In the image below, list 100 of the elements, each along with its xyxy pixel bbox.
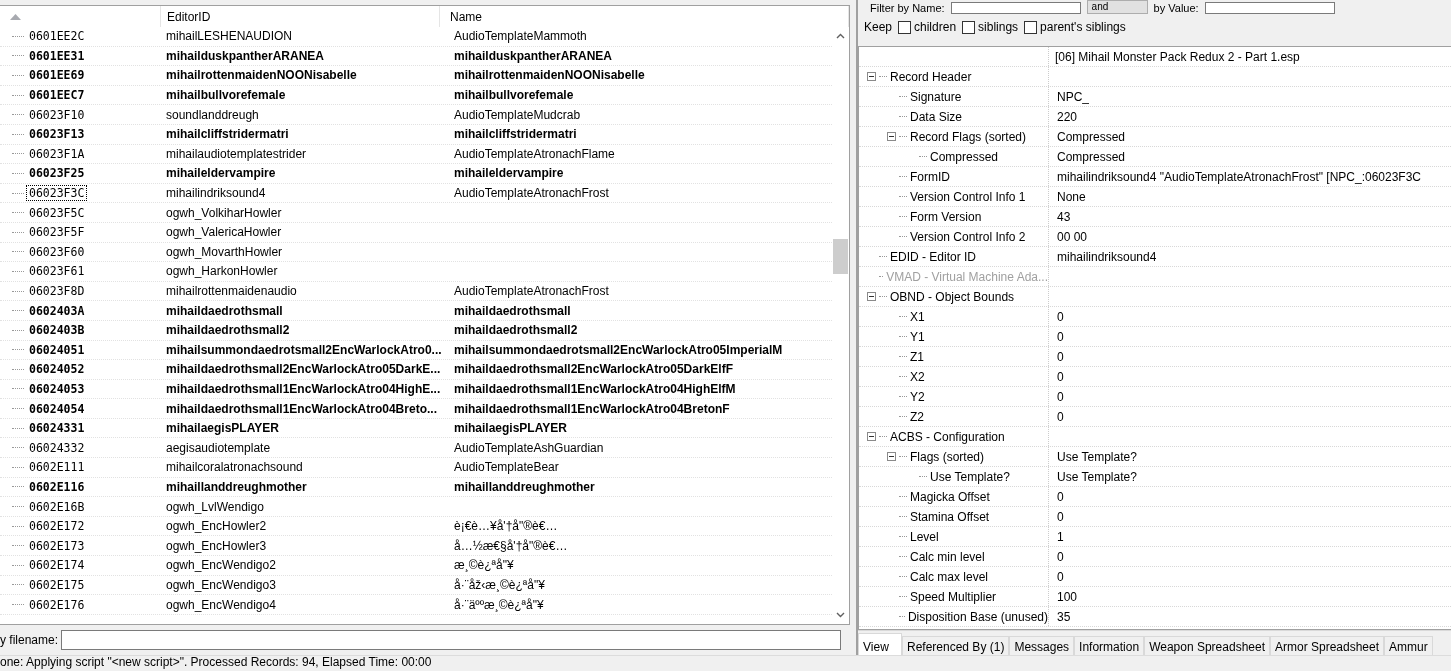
field-label[interactable]: Form Version <box>910 209 982 224</box>
filter-value-label: by Value: <box>1153 2 1199 14</box>
field-label[interactable]: Calc min level <box>910 549 985 564</box>
scrollbar-thumb[interactable] <box>833 239 848 274</box>
field-label[interactable]: Use Template? <box>930 469 1010 484</box>
scroll-down-icon[interactable] <box>836 612 845 618</box>
collapse-icon[interactable] <box>887 132 896 141</box>
form-id-cell[interactable]: 06023F5C <box>26 204 88 221</box>
field-label[interactable]: Y2 <box>910 389 925 404</box>
form-id-cell[interactable]: 0602E173 <box>26 537 88 554</box>
filter-name-field[interactable] <box>950 2 1081 14</box>
name-cell: mihailduskpantherARANEA <box>454 48 613 63</box>
field-label[interactable]: Z1 <box>910 349 924 364</box>
collapse-icon[interactable] <box>867 292 876 301</box>
form-id-cell[interactable]: 06024053 <box>26 381 88 397</box>
field-label[interactable]: Data Size <box>910 109 963 124</box>
form-id-cell[interactable]: 06023F1A <box>26 145 88 162</box>
checkbox[interactable] <box>898 20 912 34</box>
name-cell: mihaildaedrothsmall2EncWarlockAtro05DarkElfF <box>454 362 733 377</box>
form-id-cell[interactable]: 0602E175 <box>26 576 88 593</box>
editor-id-cell: mihailduskpantherARANEA <box>166 48 325 63</box>
tab[interactable]: Messages <box>1009 636 1075 655</box>
name-cell: å·¨äººæ¸©è¿ªå"¥ <box>454 597 544 612</box>
field-label[interactable]: Z2 <box>910 409 924 424</box>
field-value: Use Template? <box>1057 449 1137 464</box>
field-label[interactable]: Flags (sorted) <box>910 449 985 464</box>
field-value: Compressed <box>1057 129 1126 144</box>
form-id-cell[interactable]: 0602E172 <box>26 518 88 535</box>
tab[interactable]: Weapon Spreadsheet <box>1144 636 1270 655</box>
checkbox-label[interactable]: siblings <box>978 20 1019 34</box>
form-id-cell[interactable]: 0601EEC7 <box>26 87 88 104</box>
form-id-cell[interactable]: 0602E174 <box>26 557 88 574</box>
field-label[interactable]: Disposition Base (unused) <box>907 609 1048 624</box>
form-id-cell[interactable]: 0602E176 <box>26 596 88 613</box>
field-label[interactable]: Calc max level <box>910 569 989 584</box>
editor-id-cell: mihaildaedrothsmall2EncWarlockAtro05DarkE... <box>166 362 441 377</box>
form-id-cell[interactable]: 0602E116 <box>26 478 88 495</box>
field-label[interactable]: Y1 <box>910 329 925 344</box>
field-label[interactable]: OBND - Object Bounds <box>890 289 1015 304</box>
filename-filter-label: y filename: <box>0 633 59 647</box>
checkbox-label[interactable]: parent's siblings <box>1040 20 1126 34</box>
field-label[interactable]: Level <box>910 529 939 544</box>
form-id-cell[interactable]: 0602E16B <box>26 498 88 515</box>
collapse-icon[interactable] <box>867 72 876 81</box>
field-label[interactable]: Version Control Info 2 <box>910 229 1026 244</box>
form-id-cell[interactable]: 06023F10 <box>26 106 88 123</box>
filter-value-field[interactable] <box>1204 2 1335 14</box>
field-label[interactable]: X1 <box>910 309 925 324</box>
field-label[interactable]: Compressed <box>930 149 999 164</box>
form-id-cell[interactable]: 06023F25 <box>26 165 88 182</box>
editor-id-cell: mihaillanddreughmother <box>166 479 307 494</box>
field-label[interactable]: Signature <box>910 89 962 104</box>
form-id-cell[interactable]: 06023F8D <box>26 283 88 299</box>
form-id-cell[interactable]: 0602403B <box>26 322 88 339</box>
form-id-cell[interactable]: 06023F61 <box>26 263 88 280</box>
form-id-cell[interactable]: 0602E111 <box>26 459 88 476</box>
form-id-cell[interactable]: 0601EE69 <box>26 67 88 84</box>
name-cell: AudioTemplateAtronachFrost <box>454 284 609 298</box>
field-label[interactable]: Stamina Offset <box>910 509 990 524</box>
field-label[interactable]: EDID - Editor ID <box>890 249 976 264</box>
operator-dropdown[interactable]: and <box>1086 0 1148 14</box>
form-id-cell[interactable]: 06024052 <box>26 361 88 378</box>
collapse-icon[interactable] <box>887 452 896 461</box>
form-id-cell[interactable]: 06023F60 <box>26 243 88 260</box>
form-id-cell[interactable]: 0601EE2C <box>26 28 88 45</box>
tab[interactable]: Ammur <box>1384 636 1433 655</box>
tab[interactable]: Armor Spreadsheet <box>1270 636 1385 655</box>
filename-filter-field[interactable] <box>61 630 842 650</box>
name-cell: mihaileldervampire <box>454 166 564 181</box>
field-label[interactable]: ACBS - Configuration <box>890 429 1005 444</box>
collapse-icon[interactable] <box>867 432 876 441</box>
field-label[interactable]: X2 <box>910 369 925 384</box>
field-value: 35 <box>1057 609 1071 624</box>
form-id-cell[interactable]: 06024051 <box>26 341 88 358</box>
tab[interactable]: Information <box>1074 636 1145 655</box>
tab[interactable]: View <box>858 633 902 655</box>
form-id-cell[interactable]: 06024332 <box>26 439 88 456</box>
field-label[interactable]: Record Flags (sorted) <box>910 129 1027 144</box>
field-label[interactable]: FormID <box>910 169 950 184</box>
checkbox[interactable] <box>1024 20 1038 34</box>
editor-id-cell: mihaildaedrothsmall1EncWarlockAtro04Breto... <box>166 401 437 416</box>
form-id-cell[interactable]: 06023F3C <box>26 185 88 202</box>
editor-id-cell: mihaileldervampire <box>166 166 276 181</box>
field-label[interactable]: Version Control Info 1 <box>910 189 1026 204</box>
field-value: 0 <box>1057 369 1064 384</box>
checkbox-label[interactable]: children <box>914 20 957 34</box>
form-id-cell[interactable]: 06023F5F <box>26 224 88 241</box>
form-id-cell[interactable]: 06023F13 <box>26 126 88 143</box>
field-label[interactable]: Magicka Offset <box>910 489 990 504</box>
form-id-cell[interactable]: 0602403A <box>26 302 88 319</box>
tab[interactable]: Referenced By (1) <box>902 636 1010 655</box>
checkbox[interactable] <box>962 20 976 34</box>
form-id-cell[interactable]: 0601EE31 <box>26 47 88 64</box>
form-id-cell[interactable]: 06024054 <box>26 400 88 417</box>
scroll-up-icon[interactable] <box>836 33 845 39</box>
form-id-cell[interactable]: 06024331 <box>26 420 88 437</box>
name-cell: AudioTemplateMudcrab <box>454 107 581 122</box>
field-value: 0 <box>1057 489 1064 504</box>
field-label[interactable]: Speed Multiplier <box>910 589 997 604</box>
field-label[interactable]: Record Header <box>890 69 972 84</box>
